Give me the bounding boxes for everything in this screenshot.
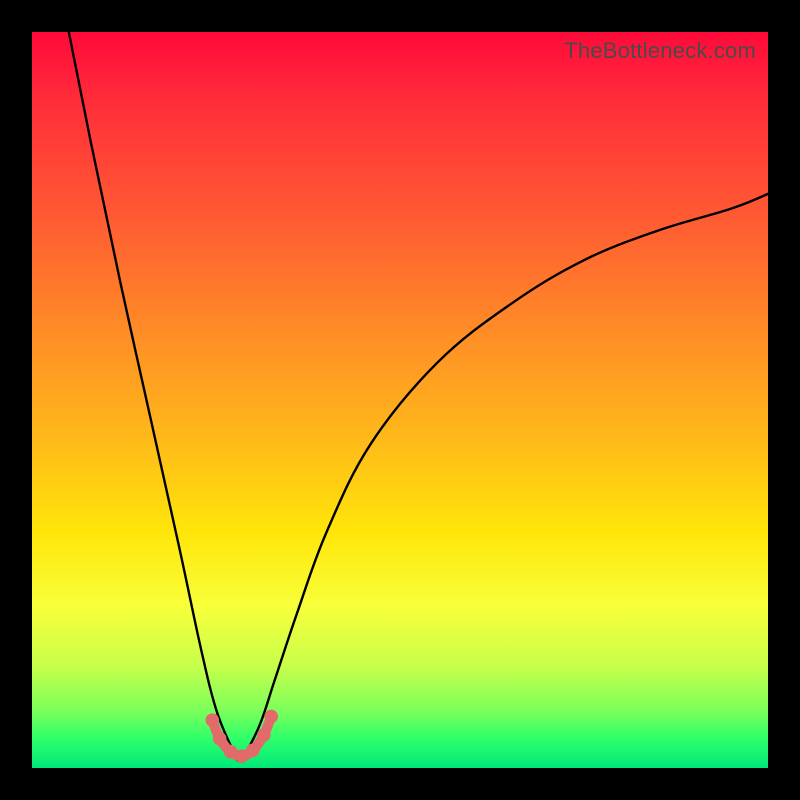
minimum-marker [32,32,768,768]
marker-bead [246,744,260,758]
marker-bead [206,713,220,727]
marker-bead [264,710,278,724]
marker-bead [213,732,227,746]
marker-bead [257,728,271,742]
watermark-text: TheBottleneck.com [564,38,756,64]
chart-plot-area: TheBottleneck.com [32,32,768,768]
chart-frame: TheBottleneck.com [0,0,800,800]
